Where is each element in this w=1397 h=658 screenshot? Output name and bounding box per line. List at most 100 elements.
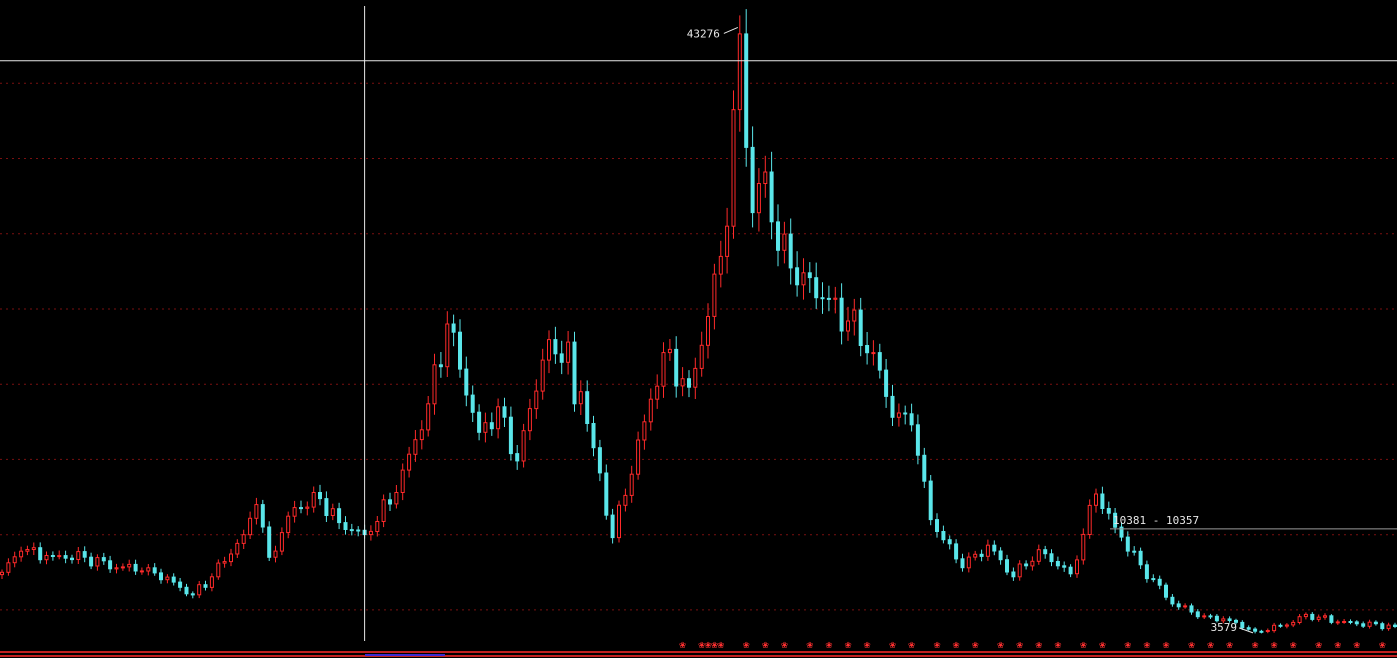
event-marker[interactable]: ❀	[1353, 638, 1360, 651]
candle-body	[19, 550, 24, 558]
candle-body	[737, 33, 742, 111]
candle	[1265, 628, 1270, 634]
candle	[216, 559, 221, 580]
event-marker[interactable]: ❀	[1271, 638, 1278, 651]
candle-body	[235, 542, 240, 555]
candle-body	[642, 421, 647, 441]
candle-body	[1240, 621, 1245, 629]
candle	[1284, 623, 1289, 629]
event-marker[interactable]: ❀	[826, 638, 833, 651]
grid-lines	[0, 82, 1397, 611]
candle	[750, 126, 755, 228]
candle-body	[1068, 566, 1073, 575]
event-marker[interactable]: ❀	[679, 638, 686, 651]
event-marker[interactable]: ❀	[1016, 638, 1023, 651]
event-marker[interactable]: ❀	[1035, 638, 1042, 651]
event-marker[interactable]: ❀	[845, 638, 852, 651]
candle-body	[458, 331, 462, 370]
candle-body	[744, 33, 749, 148]
event-marker[interactable]: ❀	[1163, 638, 1170, 651]
candle-body	[1265, 630, 1270, 632]
candle-body	[445, 323, 450, 368]
event-marker[interactable]: ❀	[1226, 638, 1233, 651]
candle	[642, 414, 647, 450]
candle	[311, 486, 316, 513]
candle	[394, 485, 399, 509]
event-marker[interactable]: ❀	[1055, 638, 1062, 651]
event-marker[interactable]: ❀	[934, 638, 941, 651]
event-marker[interactable]: ❀	[717, 638, 724, 651]
event-marker[interactable]: ❀	[997, 638, 1004, 651]
candle	[801, 258, 806, 300]
candle-body	[1373, 621, 1378, 625]
candle-body	[324, 498, 329, 517]
candle	[1278, 623, 1283, 628]
candle-body	[299, 507, 303, 510]
candle-body	[871, 352, 876, 355]
candle	[744, 9, 749, 167]
candle-body	[133, 563, 138, 572]
candle	[6, 558, 11, 576]
event-marker[interactable]: ❀	[781, 638, 788, 651]
candle	[209, 573, 214, 592]
candle-body	[725, 225, 730, 257]
event-marker[interactable]: ❀	[1207, 638, 1214, 651]
event-marker[interactable]: ❀	[953, 638, 960, 651]
candle	[979, 549, 984, 562]
candle-body	[279, 532, 284, 552]
candle	[578, 380, 583, 415]
event-marker[interactable]: ❀	[1124, 638, 1131, 651]
candle-body	[1170, 596, 1175, 605]
candle	[1272, 622, 1277, 633]
candle	[1176, 600, 1181, 610]
candle-body	[591, 423, 596, 449]
event-marker[interactable]: ❀	[743, 638, 750, 651]
candle-body	[693, 367, 698, 388]
high-leader-line	[723, 26, 739, 34]
scroll-thumb[interactable]	[365, 654, 445, 656]
event-marker[interactable]: ❀	[1315, 638, 1322, 651]
event-marker[interactable]: ❀	[864, 638, 871, 651]
candle-body	[915, 424, 920, 456]
event-marker[interactable]: ❀	[1080, 638, 1087, 651]
candle	[865, 332, 870, 365]
candle	[343, 516, 348, 535]
event-marker[interactable]: ❀	[1144, 638, 1151, 651]
candle-body	[127, 563, 132, 568]
event-marker[interactable]: ❀	[1290, 638, 1297, 651]
candle-body	[1354, 621, 1359, 625]
candle	[197, 581, 202, 599]
candle	[133, 559, 138, 575]
price-level-label: 10381 - 10357	[1113, 514, 1199, 527]
candle-body	[801, 272, 806, 286]
event-marker[interactable]: ❀	[1188, 638, 1195, 651]
candle-body	[254, 504, 259, 519]
chart-area: ❀ ❀ ❀ ❀ ❀ ❀ ❀ ❀ ❀ ❀ ❀ ❀ ❀ ❀ ❀ ❀ ❀ ❀ ❀ ❀ ❀ ❀ ❀ ❀ ❀ ❀ ❀ ❀ ❀ ❀ ❀ ❀ ❀ ❀ ❀ ❀ 432…	[0, 0, 1397, 658]
candle	[190, 591, 195, 599]
event-marker[interactable]: ❀	[889, 638, 896, 651]
event-marker[interactable]: ❀	[1099, 638, 1106, 651]
candle	[693, 357, 698, 399]
candle-body	[292, 507, 297, 517]
candle	[388, 492, 392, 511]
candle	[941, 525, 946, 544]
candlestick-chart[interactable]: ❀ ❀ ❀ ❀ ❀ ❀ ❀ ❀ ❀ ❀ ❀ ❀ ❀ ❀ ❀ ❀ ❀ ❀ ❀ ❀ ❀ ❀ ❀ ❀ ❀ ❀ ❀ ❀ ❀ ❀ ❀ ❀ ❀ ❀ ❀ ❀ 432…	[0, 0, 1397, 658]
candle-body	[1342, 621, 1347, 623]
candle-body	[846, 320, 850, 332]
event-marker[interactable]: ❀	[908, 638, 915, 651]
event-marker[interactable]: ❀	[806, 638, 813, 651]
candle	[1310, 612, 1315, 622]
candle	[534, 379, 539, 419]
candle	[82, 546, 87, 563]
candle-body	[1297, 616, 1302, 624]
event-marker[interactable]: ❀	[1252, 638, 1259, 651]
candle-body	[1253, 628, 1258, 632]
candle	[629, 465, 634, 503]
event-marker[interactable]: ❀	[762, 638, 769, 651]
candle	[782, 221, 787, 264]
event-marker[interactable]: ❀	[972, 638, 979, 651]
candle-body	[947, 539, 952, 545]
candle-body	[712, 273, 717, 317]
event-marker[interactable]: ❀	[1334, 638, 1341, 651]
event-marker[interactable]: ❀	[1379, 638, 1386, 651]
